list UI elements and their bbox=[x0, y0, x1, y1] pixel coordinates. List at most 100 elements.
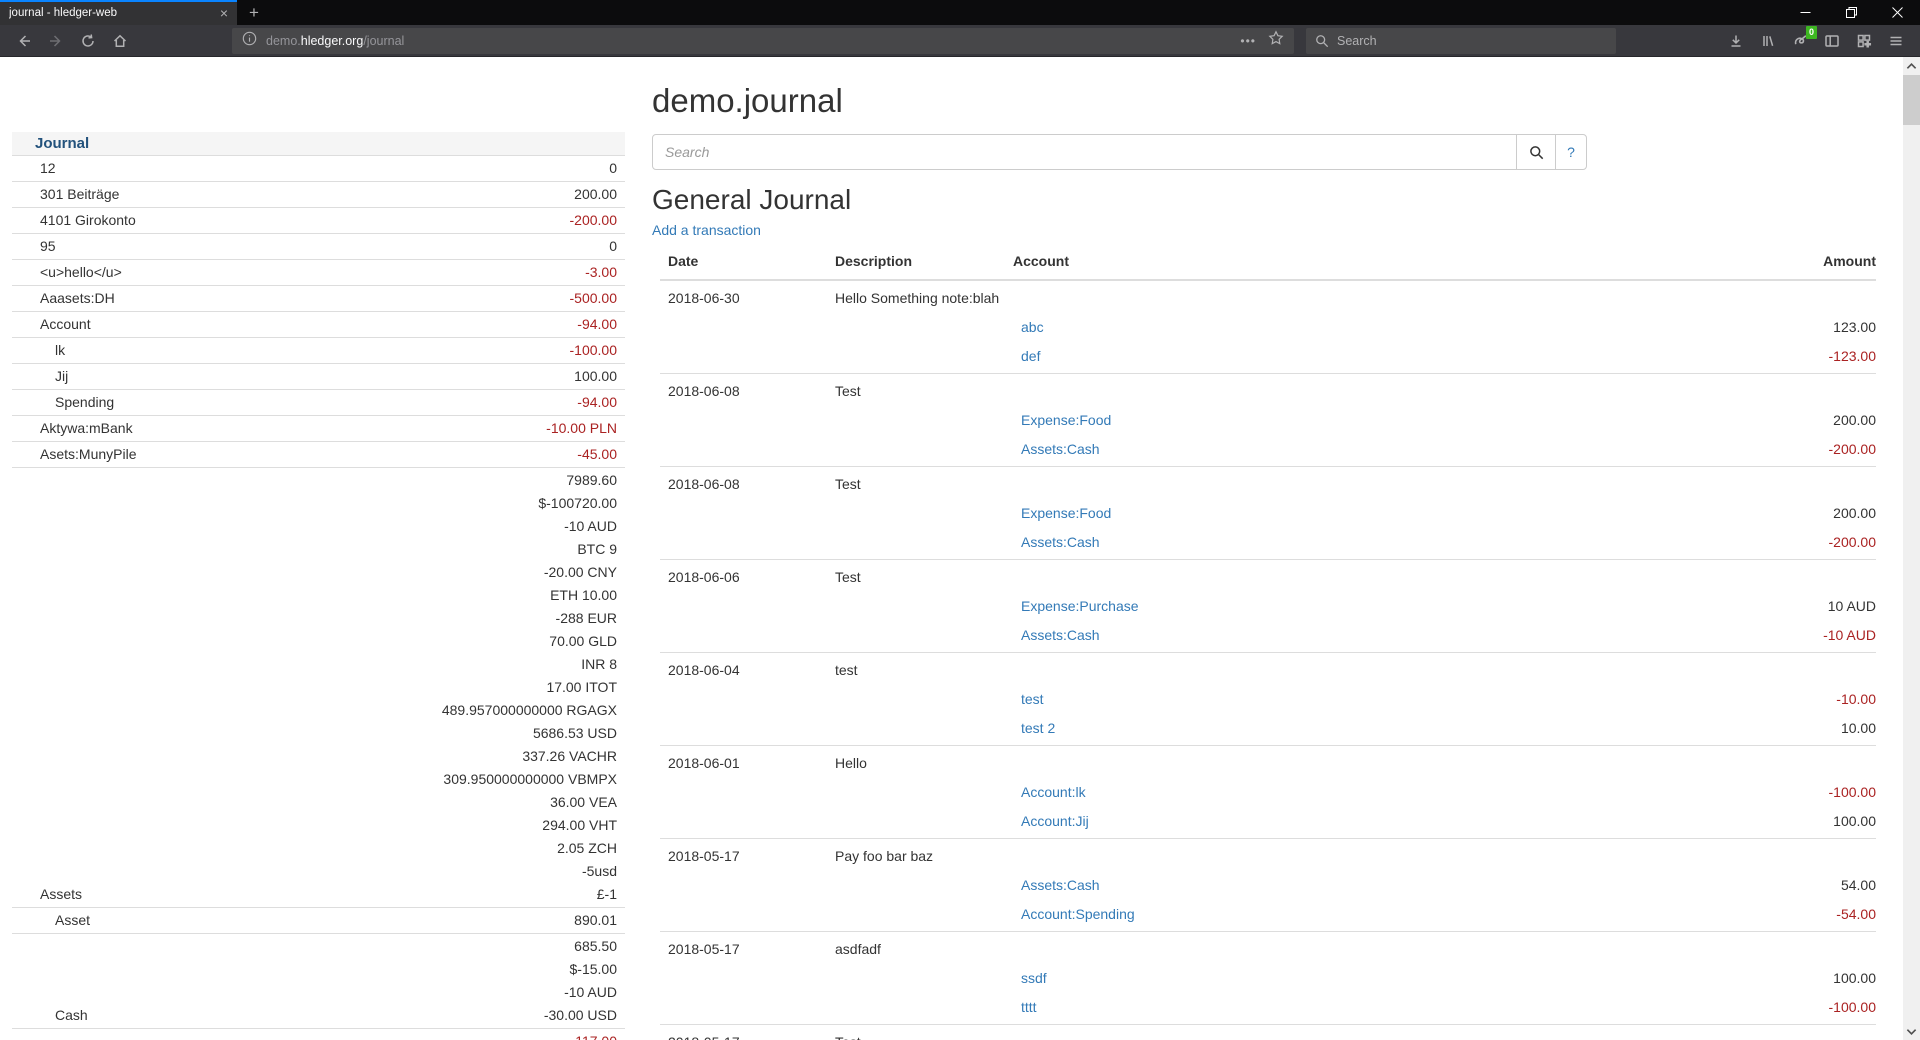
account-link[interactable]: Assets:Cash bbox=[1021, 627, 1100, 643]
sidebar-account-link[interactable]: lk bbox=[12, 339, 65, 362]
sidebar-account-link[interactable]: 301 Beiträge bbox=[12, 183, 119, 206]
posting-amount: 200.00 bbox=[1636, 411, 1876, 430]
navigation-toolbar: demo.hledger.org/journal ••• Search 0 bbox=[0, 25, 1920, 57]
account-link[interactable]: abc bbox=[1021, 319, 1044, 335]
account-link[interactable]: Expense:Food bbox=[1021, 505, 1111, 521]
account-link[interactable]: Assets:Cash bbox=[1021, 877, 1100, 893]
sidebar-account-row: 4101 Girokonto -200.00 bbox=[12, 208, 625, 234]
window-restore-button[interactable] bbox=[1828, 0, 1874, 25]
library-icon[interactable] bbox=[1752, 28, 1784, 54]
account-link[interactable]: ssdf bbox=[1021, 970, 1047, 986]
sidebar-account-link[interactable]: Jij bbox=[12, 365, 68, 388]
account-balance: -3.00 bbox=[585, 261, 625, 284]
page-actions-icon[interactable]: ••• bbox=[1240, 34, 1256, 48]
help-button[interactable]: ? bbox=[1555, 134, 1587, 170]
window-minimize-button[interactable] bbox=[1782, 0, 1828, 25]
transaction-date: 2018-05-17 bbox=[660, 847, 827, 866]
posting-amount: 200.00 bbox=[1636, 504, 1876, 523]
account-link[interactable]: tttt bbox=[1021, 999, 1037, 1015]
forward-button[interactable] bbox=[40, 28, 72, 54]
sidebar-account-link[interactable]: 95 bbox=[12, 235, 56, 258]
tab-close-icon[interactable]: × bbox=[220, 6, 228, 20]
extension-icon[interactable]: 0 bbox=[1784, 28, 1816, 54]
balance-amount: 489.957000000000 RGAGX bbox=[442, 699, 617, 722]
scrollbar[interactable] bbox=[1903, 57, 1920, 1040]
posting-account: test 2 bbox=[1005, 719, 1636, 738]
account-link[interactable]: Expense:Food bbox=[1021, 412, 1111, 428]
account-link[interactable]: Account:Spending bbox=[1021, 906, 1135, 922]
balance-amount: 17.00 ITOT bbox=[442, 676, 617, 699]
posting-account: Assets:Cash bbox=[1005, 533, 1636, 552]
search-button[interactable] bbox=[1516, 134, 1556, 170]
extensions-grid-icon[interactable] bbox=[1848, 28, 1880, 54]
posting-account: Expense:Food bbox=[1005, 411, 1636, 430]
account-link[interactable]: test bbox=[1021, 691, 1044, 707]
balance-amount: 890.01 bbox=[574, 909, 617, 932]
transaction-row: 2018-05-17asdfadfssdf100.00tttt-100.00 bbox=[660, 932, 1876, 1025]
sidebar-account-link[interactable]: Assets bbox=[12, 883, 82, 906]
sidebar-account-link[interactable]: Aaasets:DH bbox=[12, 287, 115, 310]
posting-row: test 2 10.00 bbox=[660, 719, 1876, 738]
transaction-description: Pay foo bar baz bbox=[827, 847, 1636, 866]
balance-amount: -100.00 bbox=[570, 339, 617, 362]
posting-account: Assets:Cash bbox=[1005, 626, 1636, 645]
window-controls bbox=[1782, 0, 1920, 25]
account-link[interactable]: Assets:Cash bbox=[1021, 441, 1100, 457]
posting-amount: 10.00 bbox=[1636, 719, 1876, 738]
posting-amount: -10 AUD bbox=[1636, 626, 1876, 645]
toolbar-search[interactable]: Search bbox=[1306, 28, 1616, 54]
sidebar-account-link[interactable]: Spending bbox=[12, 391, 114, 414]
account-link[interactable]: Account:Jij bbox=[1021, 813, 1089, 829]
sidebar-account-link[interactable]: Asset bbox=[12, 909, 90, 932]
balance-amount: 309.950000000000 VBMPX bbox=[442, 768, 617, 791]
posting-account: tttt bbox=[1005, 998, 1636, 1017]
page-content: Journal 120301 Beiträge200.004101 Giroko… bbox=[0, 57, 1920, 1040]
scroll-up-icon[interactable] bbox=[1903, 57, 1920, 74]
posting-amount: -100.00 bbox=[1636, 783, 1876, 802]
tab-bar: journal - hledger-web × + bbox=[0, 0, 1920, 25]
account-balance: 685.50$-15.00-10 AUD-30.00 USD bbox=[544, 935, 625, 1027]
account-balance: -100.00 bbox=[570, 339, 625, 362]
browser-tab[interactable]: journal - hledger-web × bbox=[0, 0, 237, 25]
transaction-row: 2018-06-04testtest-10.00test 210.00 bbox=[660, 653, 1876, 746]
bookmark-star-icon[interactable] bbox=[1268, 30, 1284, 51]
search-input[interactable] bbox=[652, 134, 1517, 170]
new-tab-button[interactable]: + bbox=[237, 0, 271, 25]
home-button[interactable] bbox=[104, 28, 136, 54]
sidebar-account-link[interactable]: 4101 Girokonto bbox=[12, 209, 136, 232]
site-info-icon[interactable] bbox=[242, 31, 257, 51]
posting-amount: -100.00 bbox=[1636, 998, 1876, 1017]
scrollbar-thumb[interactable] bbox=[1903, 75, 1920, 125]
scroll-down-icon[interactable] bbox=[1903, 1023, 1920, 1040]
sidebar-account-row: 301 Beiträge200.00 bbox=[12, 182, 625, 208]
account-link[interactable]: Assets:Cash bbox=[1021, 534, 1100, 550]
sidebar-account-link[interactable]: Cash bbox=[12, 1004, 88, 1027]
sidebars-icon[interactable] bbox=[1816, 28, 1848, 54]
transaction-date: 2018-05-17 bbox=[660, 1033, 827, 1040]
account-link[interactable]: Expense:Purchase bbox=[1021, 598, 1139, 614]
add-transaction-link[interactable]: Add a transaction bbox=[652, 222, 761, 238]
window-close-button[interactable] bbox=[1874, 0, 1920, 25]
back-button[interactable] bbox=[8, 28, 40, 54]
sidebar-account-link[interactable]: Asets:MunyPile bbox=[12, 443, 136, 466]
account-link[interactable]: test 2 bbox=[1021, 720, 1055, 736]
sidebar-account-link[interactable]: 12 bbox=[12, 157, 56, 180]
journal-table: Date Description Account Amount 2018-06-… bbox=[660, 252, 1876, 1040]
balance-amount: -200.00 bbox=[570, 209, 617, 232]
url-bar[interactable]: demo.hledger.org/journal ••• bbox=[232, 28, 1294, 54]
account-link[interactable]: Account:lk bbox=[1021, 784, 1086, 800]
balance-amount: BTC 9 bbox=[442, 538, 617, 561]
account-balance: -94.00 bbox=[577, 391, 625, 414]
downloads-icon[interactable] bbox=[1720, 28, 1752, 54]
journal-nav-link[interactable]: Journal bbox=[35, 135, 89, 152]
sidebar-account-link[interactable]: <u>hello</u> bbox=[12, 261, 122, 284]
sidebar-account-link[interactable]: Aktywa:mBank bbox=[12, 417, 133, 440]
reload-button[interactable] bbox=[72, 28, 104, 54]
account-link[interactable]: def bbox=[1021, 348, 1040, 364]
transaction-summary: 2018-05-17Pay foo bar baz bbox=[660, 847, 1876, 866]
menu-hamburger-icon[interactable] bbox=[1880, 28, 1912, 54]
balance-amount: -3.00 bbox=[585, 261, 617, 284]
sidebar-account-link[interactable]: Account bbox=[12, 313, 91, 336]
transaction-summary: 2018-05-17asdfadf bbox=[660, 940, 1876, 959]
sidebar-nav-journal[interactable]: Journal bbox=[12, 132, 625, 156]
